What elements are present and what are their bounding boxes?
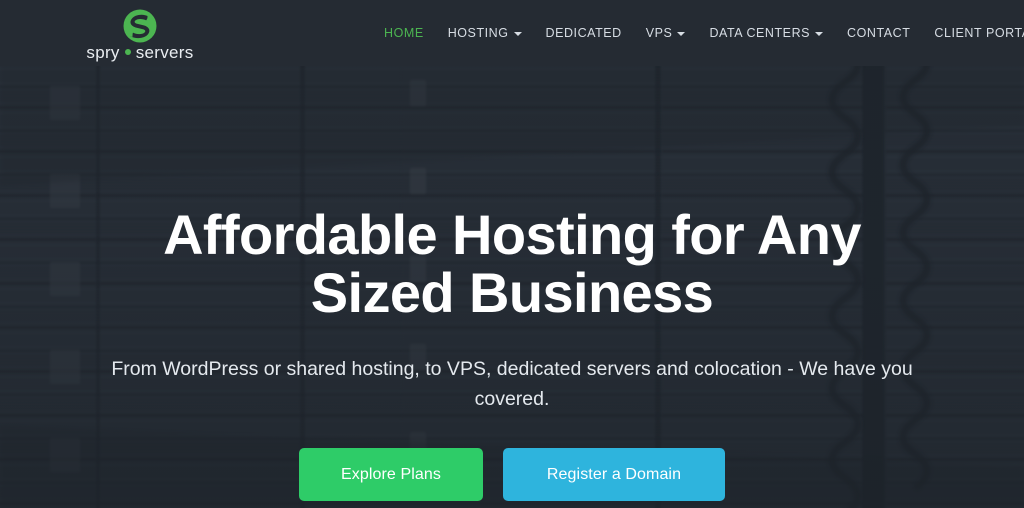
brand-name-part2: servers — [135, 43, 194, 62]
main-navigation: HOME HOSTING DEDICATED VPS DATA CENTERS … — [372, 0, 1024, 66]
nav-item-label: DEDICATED — [545, 25, 622, 40]
nav-item-data-centers[interactable]: DATA CENTERS — [697, 27, 835, 40]
chevron-down-icon — [815, 32, 824, 36]
nav-item-label: HOME — [384, 25, 424, 40]
nav-item-home[interactable]: HOME — [372, 27, 436, 40]
hero-section: Affordable Hosting for Any Sized Busines… — [0, 66, 1024, 508]
nav-item-contact[interactable]: CONTACT — [835, 27, 922, 40]
brand-dot-icon — [124, 49, 131, 56]
nav-item-vps[interactable]: VPS — [634, 27, 698, 40]
nav-item-label: HOSTING — [447, 25, 509, 40]
page-root: spry servers HOME HOSTING DEDICATED VPS D… — [0, 0, 1024, 508]
site-header: spry servers HOME HOSTING DEDICATED VPS D… — [0, 0, 1024, 66]
hero-title: Affordable Hosting for Any Sized Busines… — [163, 203, 861, 324]
spry-servers-logo-icon — [123, 9, 157, 43]
nav-item-dedicated[interactable]: DEDICATED — [534, 27, 634, 40]
nav-item-label: CONTACT — [847, 25, 911, 40]
nav-item-label: DATA CENTERS — [709, 25, 811, 40]
hero-action-buttons: Explore Plans Register a Domain — [299, 448, 725, 501]
nav-item-label: CLIENT PORTAL — [934, 25, 1024, 40]
hero-subtitle: From WordPress or shared hosting, to VPS… — [111, 358, 913, 410]
hero-content: Affordable Hosting for Any Sized Busines… — [0, 66, 1024, 508]
nav-item-client-portal[interactable]: CLIENT PORTAL — [922, 27, 1024, 40]
nav-item-label: VPS — [645, 25, 673, 40]
nav-item-hosting[interactable]: HOSTING — [436, 27, 534, 40]
explore-plans-button[interactable]: Explore Plans — [299, 448, 483, 501]
chevron-down-icon — [513, 32, 522, 36]
brand-wordmark: spry servers — [86, 44, 193, 61]
brand-logo-link[interactable]: spry servers — [40, 0, 240, 66]
brand-name-part1: spry — [86, 43, 120, 62]
chevron-down-icon — [677, 32, 686, 36]
register-domain-button[interactable]: Register a Domain — [503, 448, 725, 501]
